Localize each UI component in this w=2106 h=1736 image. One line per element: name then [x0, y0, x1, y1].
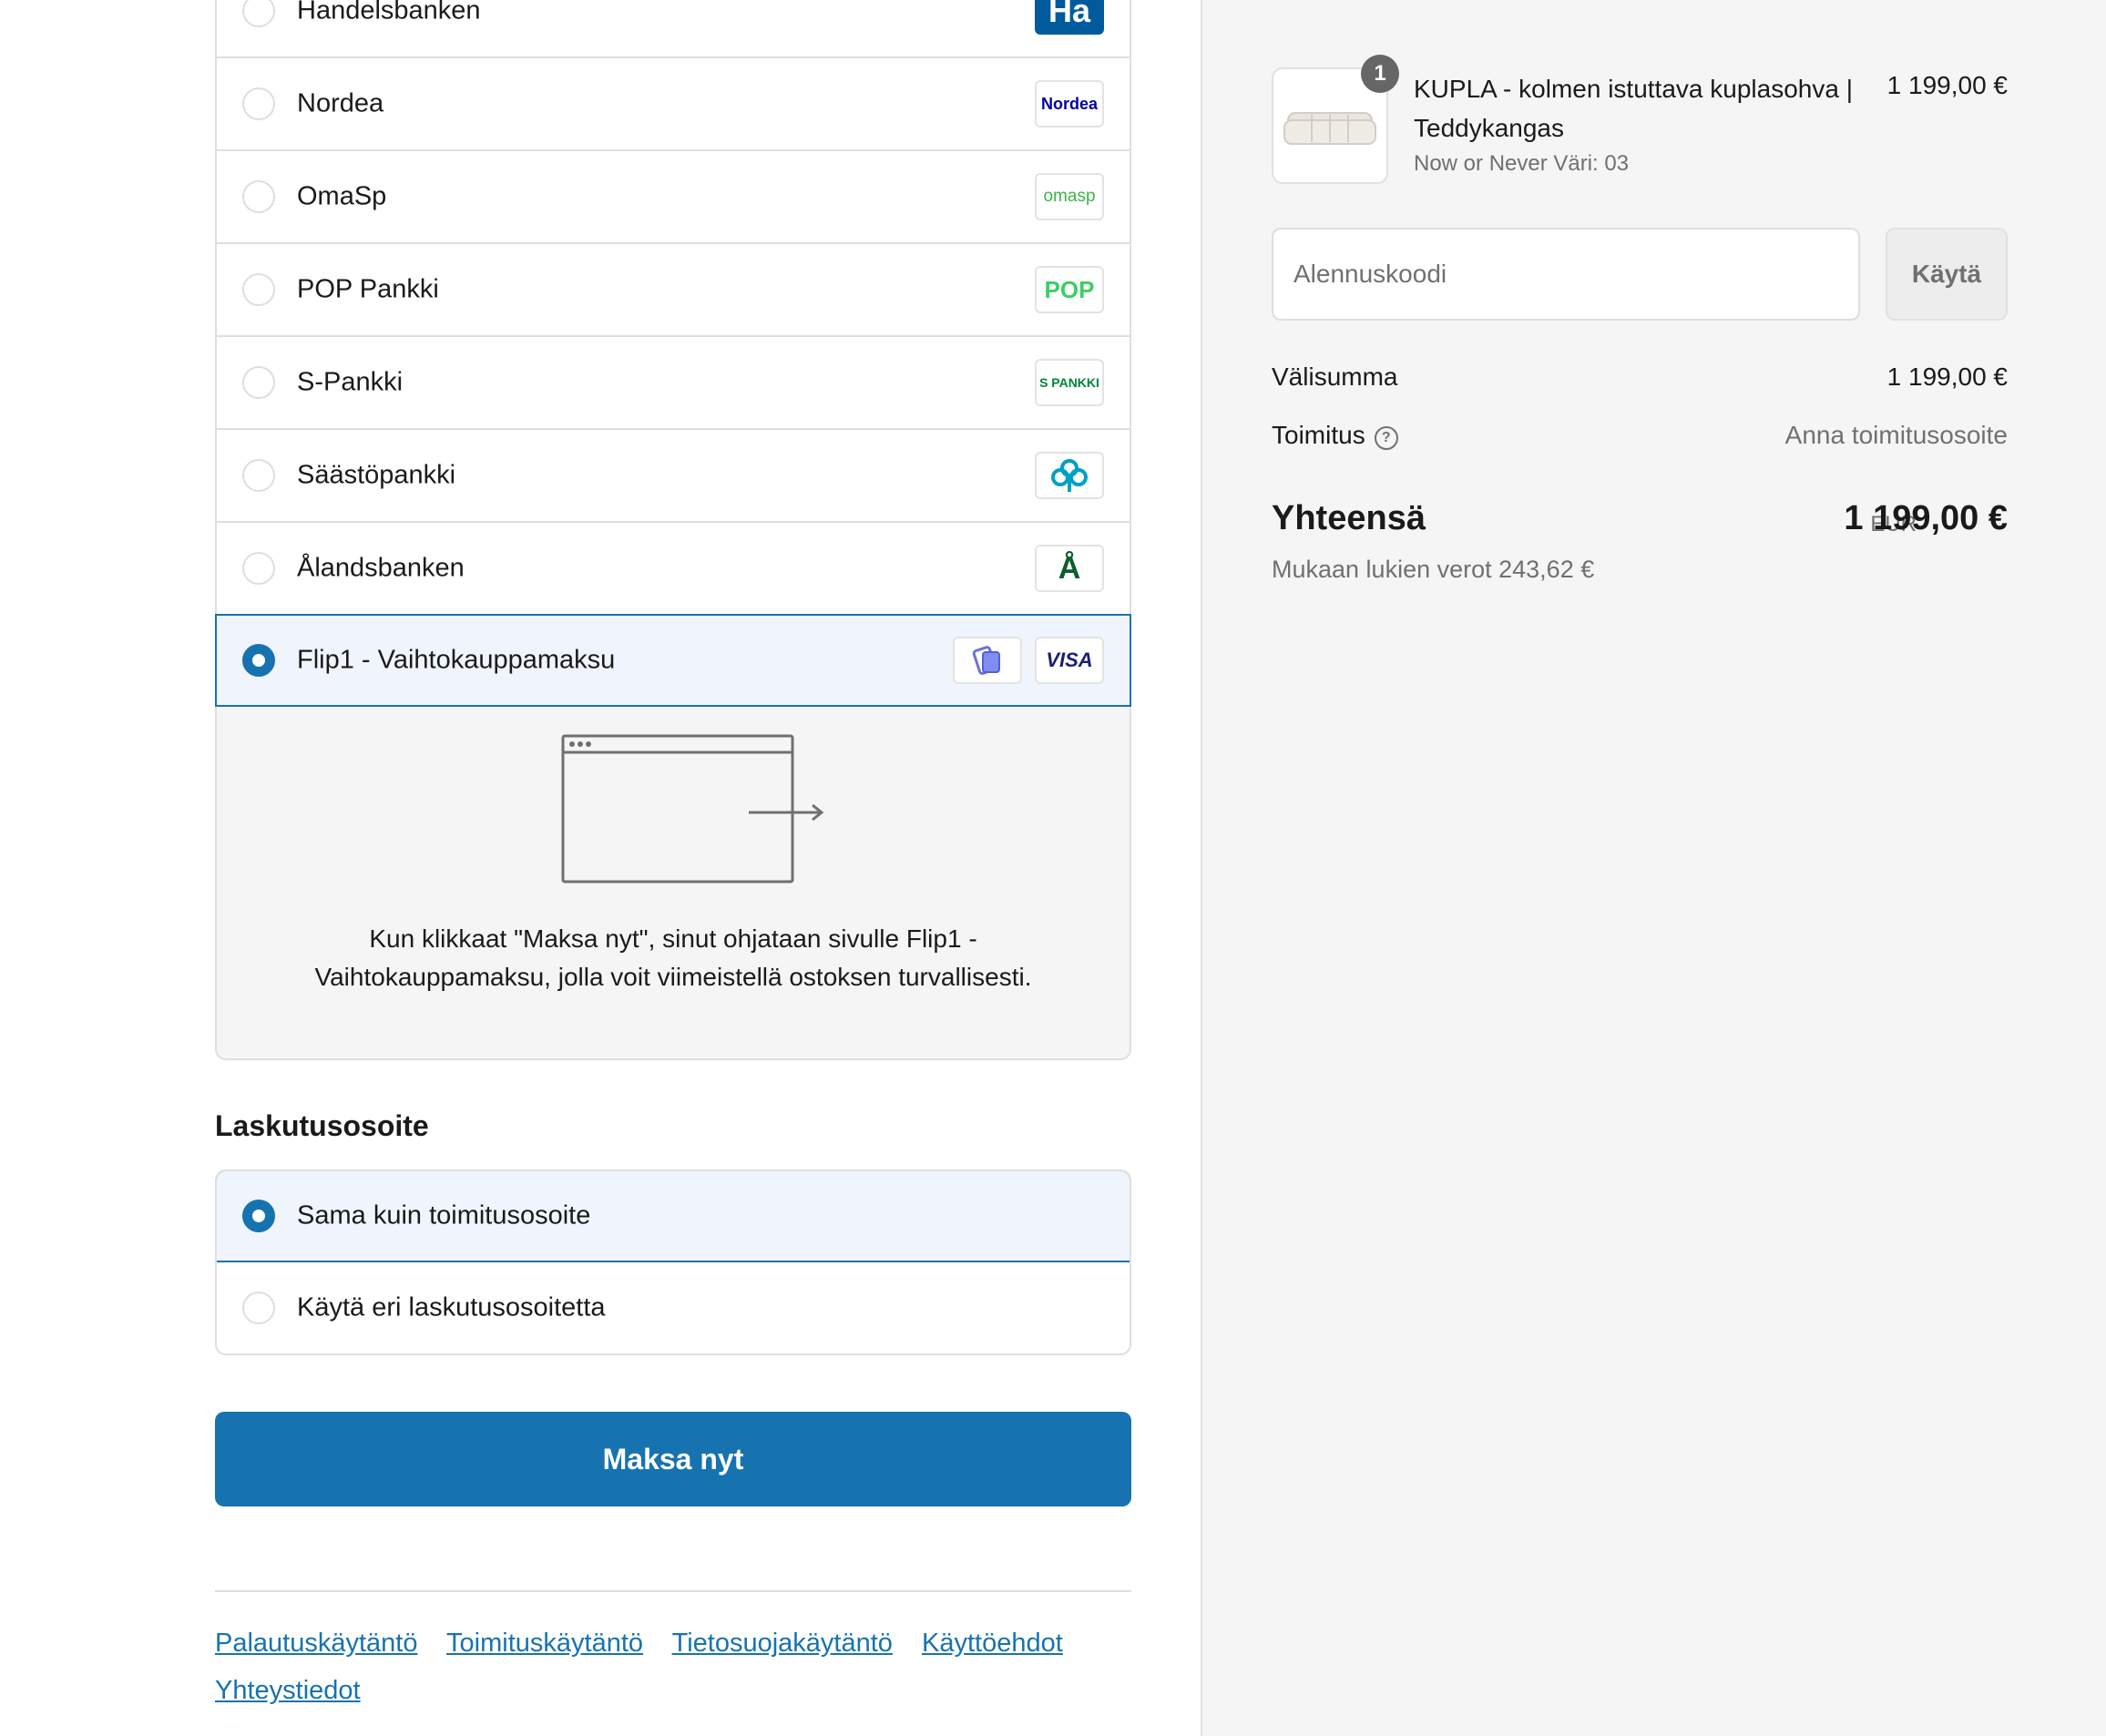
payment-option-label: Säästöpankki	[297, 460, 456, 490]
visa-logo-icon: VISA	[1035, 637, 1104, 684]
flip1-icon	[953, 637, 1022, 684]
pop-logo-icon: POP	[1035, 266, 1104, 313]
total-label: Yhteensä	[1272, 499, 1426, 537]
product-price: 1 199,00 €	[1886, 71, 2008, 99]
radio-button[interactable]	[242, 459, 275, 492]
redirect-description: Kun klikkaat "Maksa nyt", sinut ohjataan…	[314, 924, 1032, 991]
subtotal-label: Välisumma	[1272, 363, 1398, 391]
payment-option-nordea[interactable]: Nordea Nordea	[217, 58, 1130, 151]
handelsbanken-logo-icon: Ha	[1035, 0, 1104, 35]
shipping-policy-link[interactable]: Toimituskäytäntö	[446, 1629, 643, 1658]
payment-option-label: Handelsbanken	[297, 0, 481, 26]
payment-option-label: S-Pankki	[297, 367, 404, 397]
payment-option-label: Ålandsbanken	[297, 553, 465, 583]
billing-option-different-address[interactable]: Käytä eri laskutusosoitetta	[217, 1262, 1130, 1353]
browser-redirect-icon	[561, 734, 824, 883]
radio-button[interactable]	[242, 87, 275, 120]
billing-option-label: Sama kuin toimitusosoite	[297, 1200, 591, 1231]
shipping-value: Anna toimitusosoite	[1784, 421, 2008, 449]
apply-discount-button[interactable]: Käytä	[1886, 228, 2008, 321]
payment-option-saastopankki[interactable]: Säästöpankki	[217, 430, 1130, 523]
payment-option-handelsbanken[interactable]: Handelsbanken Ha	[217, 0, 1130, 58]
radio-button[interactable]	[242, 180, 275, 213]
terms-of-service-link[interactable]: Käyttöehdot	[922, 1629, 1063, 1658]
nordea-logo-icon: Nordea	[1035, 80, 1104, 128]
checkout-main: Handelsbanken Ha Nordea Nordea OmaSp oma…	[0, 0, 1201, 1736]
total-amount: 1 199,00 €	[1844, 499, 2008, 537]
footer-divider	[215, 1590, 1131, 1592]
radio-button[interactable]	[242, 1292, 275, 1324]
subtotal-value: 1 199,00 €	[1886, 363, 2008, 391]
billing-option-label: Käytä eri laskutusosoitetta	[297, 1292, 606, 1322]
radio-button[interactable]	[242, 0, 275, 27]
help-icon[interactable]: ?	[1374, 426, 1398, 450]
footer-links: Palautuskäytäntö Toimituskäytäntö Tietos…	[215, 1619, 1131, 1714]
s-pankki-logo-icon: S PANKKI	[1035, 359, 1104, 406]
discount-code-input[interactable]	[1272, 228, 1860, 321]
billing-option-same-as-shipping[interactable]: Sama kuin toimitusosoite	[217, 1171, 1130, 1262]
refund-policy-link[interactable]: Palautuskäytäntö	[215, 1629, 417, 1658]
redirect-info-panel: Kun klikkaat "Maksa nyt", sinut ohjataan…	[215, 707, 1131, 1060]
payment-option-pop-pankki[interactable]: POP Pankki POP	[217, 244, 1130, 337]
payment-option-label: Nordea	[297, 88, 384, 118]
shipping-label: Toimitus	[1272, 421, 1365, 449]
payment-option-flip1[interactable]: Flip1 - Vaihtokauppamaksu VISA	[215, 614, 1131, 707]
product-name: KUPLA - kolmen istuttava kuplasohva | Te…	[1414, 75, 1853, 142]
radio-button[interactable]	[242, 366, 275, 399]
quantity-badge: 1	[1361, 55, 1399, 93]
product-variant: Now or Never Väri: 03	[1414, 151, 1630, 176]
billing-address-options: Sama kuin toimitusosoite Käytä eri lasku…	[215, 1169, 1131, 1355]
tax-note: Mukaan lukien verot 243,62 €	[1272, 556, 1595, 583]
radio-button[interactable]	[242, 552, 275, 585]
billing-address-title: Laskutusosoite	[215, 1109, 429, 1142]
payment-method-list: Handelsbanken Ha Nordea Nordea OmaSp oma…	[215, 0, 1131, 707]
clover-icon	[1035, 452, 1104, 499]
payment-option-alandsbanken[interactable]: Ålandsbanken Å	[217, 523, 1130, 616]
payment-option-label: POP Pankki	[297, 274, 439, 304]
pay-now-button[interactable]: Maksa nyt	[215, 1412, 1131, 1506]
radio-button-selected[interactable]	[242, 644, 275, 677]
payment-option-omasp[interactable]: OmaSp omasp	[217, 151, 1130, 244]
radio-button-selected[interactable]	[242, 1200, 275, 1232]
contact-info-link[interactable]: Yhteystiedot	[215, 1676, 361, 1705]
radio-button[interactable]	[242, 273, 275, 306]
privacy-policy-link[interactable]: Tietosuojakäytäntö	[672, 1629, 893, 1658]
payment-option-label: OmaSp	[297, 181, 387, 211]
alandsbanken-logo-icon: Å	[1035, 545, 1104, 592]
omasp-logo-icon: omasp	[1035, 173, 1104, 220]
payment-option-s-pankki[interactable]: S-Pankki S PANKKI	[217, 337, 1130, 430]
payment-option-label: Flip1 - Vaihtokauppamaksu	[297, 645, 616, 675]
